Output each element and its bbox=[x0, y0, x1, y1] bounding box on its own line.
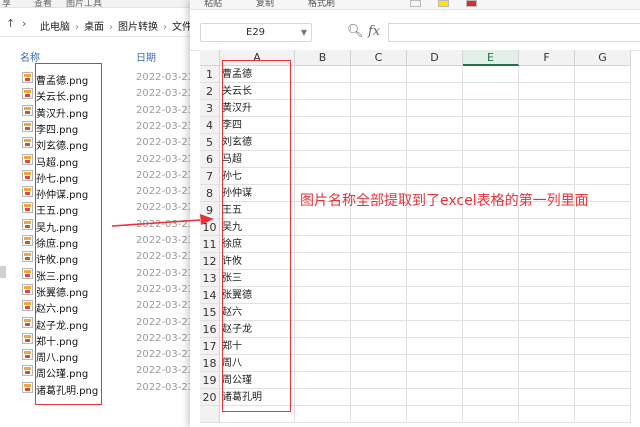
annotation-arrow bbox=[111, 214, 214, 227]
annotation-text: 图片名称全部提取到了excel表格的第一列里面 bbox=[300, 193, 589, 209]
arrow-line bbox=[111, 219, 201, 227]
arrow-head bbox=[200, 214, 214, 225]
